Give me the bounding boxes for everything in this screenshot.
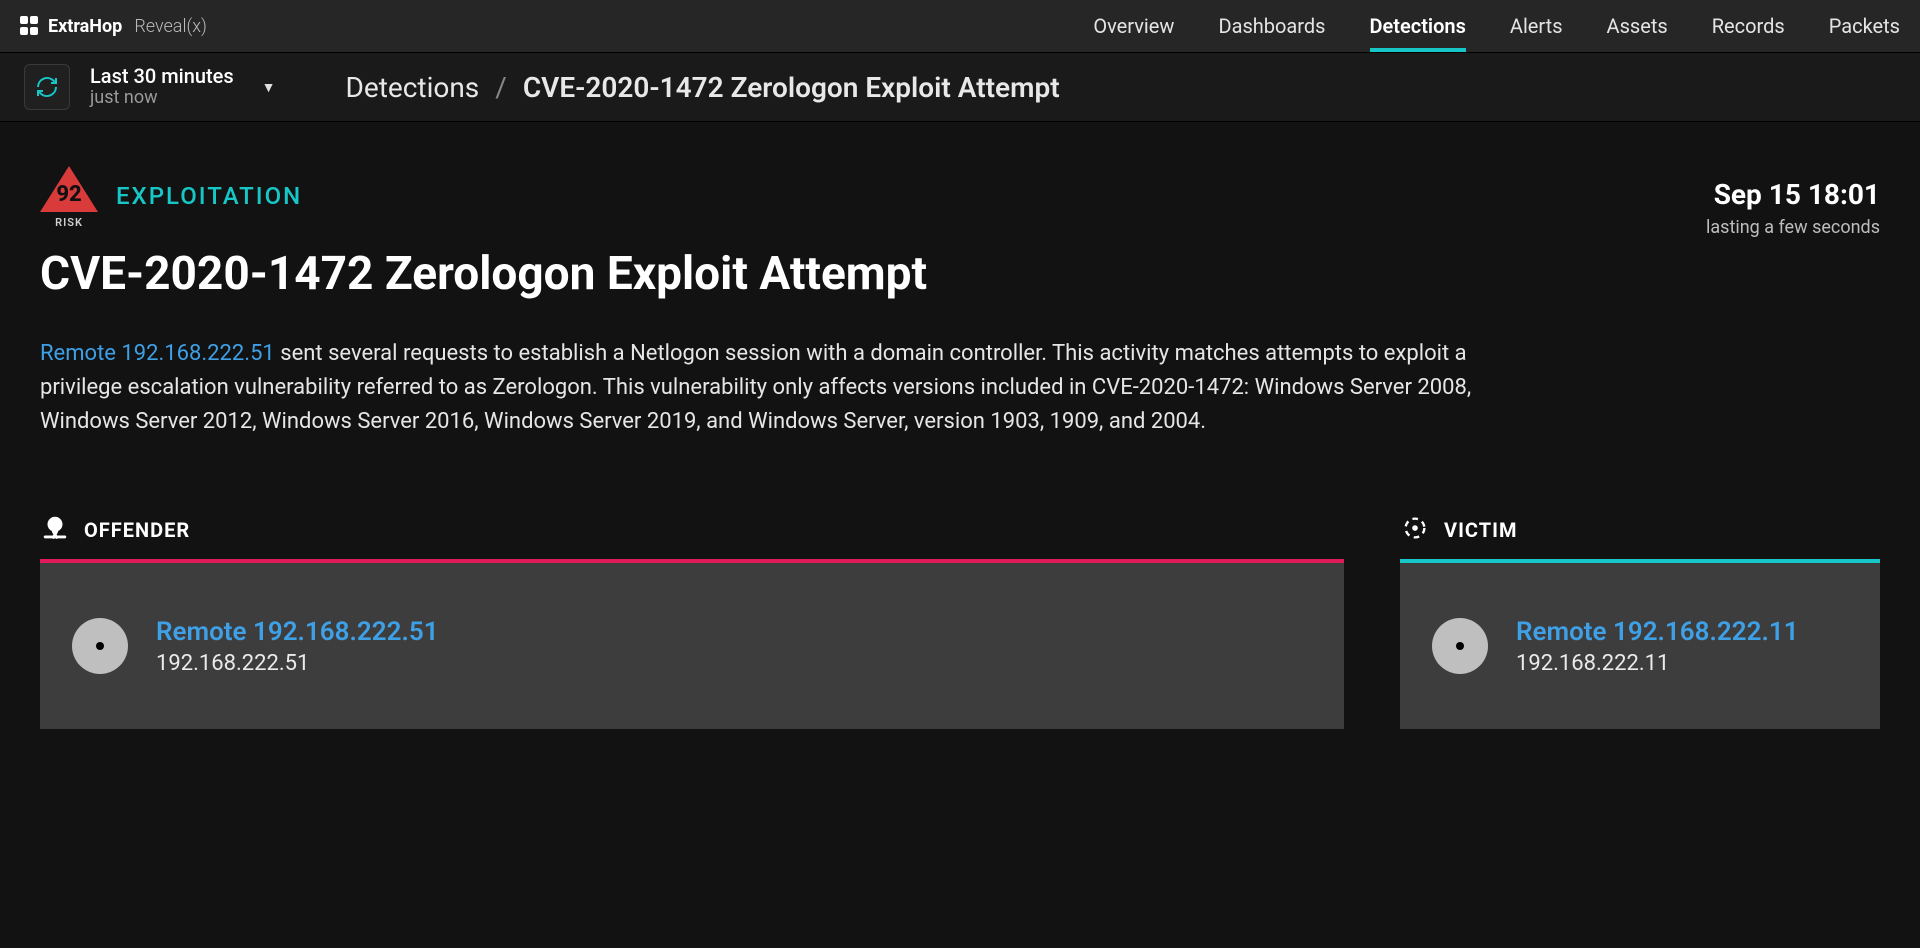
- victim-name[interactable]: Remote 192.168.222.11: [1516, 617, 1799, 647]
- breadcrumb-separator: /: [495, 71, 507, 104]
- detection-title: CVE-2020-1472 Zerologon Exploit Attempt: [40, 247, 1706, 301]
- skull-icon: [40, 513, 70, 547]
- detection-content: 92 RISK EXPLOITATION CVE-2020-1472 Zerol…: [0, 122, 1920, 948]
- nav-packets[interactable]: Packets: [1829, 0, 1900, 52]
- victim-ip: 192.168.222.11: [1516, 651, 1799, 676]
- chevron-down-icon: ▼: [262, 79, 276, 96]
- breadcrumb-current: CVE-2020-1472 Zerologon Exploit Attempt: [523, 71, 1060, 104]
- offender-panel: OFFENDER Remote 192.168.222.51 192.168.2…: [40, 513, 1344, 729]
- breadcrumb: Detections / CVE-2020-1472 Zerologon Exp…: [346, 71, 1060, 104]
- breadcrumb-root[interactable]: Detections: [346, 71, 480, 104]
- node-icon: [72, 618, 128, 674]
- detection-duration: lasting a few seconds: [1706, 217, 1880, 238]
- victim-box: Remote 192.168.222.11 192.168.222.11: [1400, 559, 1880, 729]
- offender-ip: 192.168.222.51: [156, 651, 439, 676]
- nav-overview[interactable]: Overview: [1093, 0, 1174, 52]
- target-icon: [1400, 513, 1430, 547]
- refresh-button[interactable]: [24, 64, 70, 110]
- offender-name[interactable]: Remote 192.168.222.51: [156, 617, 439, 647]
- risk-label: RISK: [40, 216, 98, 229]
- detection-description: Remote 192.168.222.51 sent several reque…: [40, 337, 1540, 439]
- nav-dashboards[interactable]: Dashboards: [1218, 0, 1325, 52]
- brand-logo-icon: [20, 16, 40, 36]
- brand-name: ExtraHop: [48, 16, 122, 37]
- detection-category: EXPLOITATION: [116, 166, 302, 210]
- refresh-icon: [35, 75, 59, 99]
- description-offender-link[interactable]: Remote 192.168.222.51: [40, 341, 275, 366]
- nav-detections[interactable]: Detections: [1370, 0, 1466, 52]
- time-range-secondary: just now: [90, 88, 234, 109]
- risk-score: 92: [40, 182, 98, 207]
- nav-items: Overview Dashboards Detections Alerts As…: [1093, 0, 1900, 52]
- node-icon: [1432, 618, 1488, 674]
- nav-records[interactable]: Records: [1712, 0, 1785, 52]
- offender-label: OFFENDER: [84, 518, 190, 542]
- brand-product: Reveal(x): [134, 16, 207, 37]
- risk-badge: 92 RISK: [40, 166, 98, 229]
- time-range-selector[interactable]: Last 30 minutes just now ▼: [90, 65, 276, 109]
- victim-panel: VICTIM Remote 192.168.222.11 192.168.222…: [1400, 513, 1880, 729]
- top-nav: ExtraHop Reveal(x) Overview Dashboards D…: [0, 0, 1920, 52]
- detection-timestamp: Sep 15 18:01: [1706, 178, 1880, 211]
- nav-assets[interactable]: Assets: [1607, 0, 1668, 52]
- victim-label: VICTIM: [1444, 518, 1517, 542]
- nav-alerts[interactable]: Alerts: [1510, 0, 1563, 52]
- brand[interactable]: ExtraHop Reveal(x): [20, 16, 207, 37]
- offender-box: Remote 192.168.222.51 192.168.222.51: [40, 559, 1344, 729]
- subheader: Last 30 minutes just now ▼ Detections / …: [0, 52, 1920, 122]
- time-range-primary: Last 30 minutes: [90, 65, 234, 88]
